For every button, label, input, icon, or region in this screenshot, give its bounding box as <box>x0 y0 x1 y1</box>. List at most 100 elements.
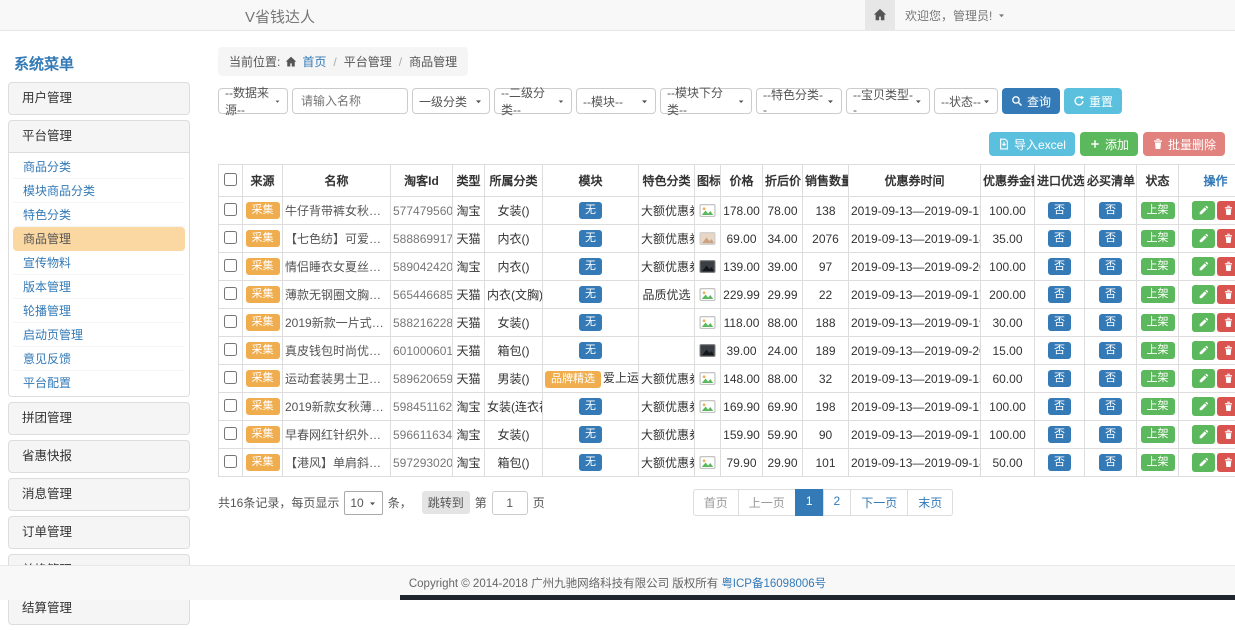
module-badge[interactable]: 无 <box>579 342 602 359</box>
level2-category-select[interactable]: --二级分类-- <box>494 88 572 114</box>
row-checkbox[interactable] <box>224 371 237 384</box>
must-buy-toggle[interactable]: 否 <box>1099 342 1122 359</box>
sidebar-group-拼团管理[interactable]: 拼团管理 <box>9 403 189 434</box>
module-badge[interactable]: 无 <box>579 398 602 415</box>
page-size-select[interactable]: 10 <box>344 491 382 515</box>
row-checkbox[interactable] <box>224 315 237 328</box>
delete-button[interactable] <box>1217 313 1235 332</box>
module-badge[interactable]: 无 <box>579 258 602 275</box>
delete-button[interactable] <box>1217 397 1235 416</box>
sidebar-item-启动页管理[interactable]: 启动页管理 <box>13 323 185 347</box>
pager-下一页[interactable]: 下一页 <box>850 489 908 516</box>
pager-1[interactable]: 1 <box>795 489 824 516</box>
sidebar-item-模块商品分类[interactable]: 模块商品分类 <box>13 179 185 203</box>
import-select-toggle[interactable]: 否 <box>1048 202 1071 219</box>
delete-button[interactable] <box>1217 341 1235 360</box>
status-select[interactable]: --状态-- <box>934 88 998 114</box>
module-badge[interactable]: 无 <box>579 202 602 219</box>
must-buy-toggle[interactable]: 否 <box>1099 230 1122 247</box>
name-search-input[interactable] <box>292 88 408 114</box>
edit-button[interactable] <box>1192 313 1215 332</box>
sidebar-item-轮播管理[interactable]: 轮播管理 <box>13 299 185 323</box>
status-toggle[interactable]: 上架 <box>1141 202 1175 219</box>
must-buy-toggle[interactable]: 否 <box>1099 370 1122 387</box>
delete-button[interactable] <box>1217 453 1235 472</box>
import-select-toggle[interactable]: 否 <box>1048 426 1071 443</box>
row-checkbox[interactable] <box>224 231 237 244</box>
edit-button[interactable] <box>1192 425 1215 444</box>
status-toggle[interactable]: 上架 <box>1141 342 1175 359</box>
status-toggle[interactable]: 上架 <box>1141 230 1175 247</box>
search-button[interactable]: 查询 <box>1002 88 1060 114</box>
must-buy-toggle[interactable]: 否 <box>1099 398 1122 415</box>
delete-button[interactable] <box>1217 229 1235 248</box>
delete-button[interactable] <box>1217 285 1235 304</box>
sidebar-group-省惠快报[interactable]: 省惠快报 <box>9 441 189 472</box>
edit-button[interactable] <box>1192 341 1215 360</box>
module-badge[interactable]: 品牌精选 <box>545 371 601 388</box>
level1-category-select[interactable]: 一级分类 <box>412 88 490 114</box>
edit-button[interactable] <box>1192 369 1215 388</box>
select-all-checkbox[interactable] <box>224 173 237 186</box>
import-select-toggle[interactable]: 否 <box>1048 454 1071 471</box>
status-toggle[interactable]: 上架 <box>1141 398 1175 415</box>
import-select-toggle[interactable]: 否 <box>1048 342 1071 359</box>
edit-button[interactable] <box>1192 453 1215 472</box>
pager-上一页[interactable]: 上一页 <box>738 489 796 516</box>
edit-button[interactable] <box>1192 397 1215 416</box>
import-select-toggle[interactable]: 否 <box>1048 314 1071 331</box>
delete-button[interactable] <box>1217 425 1235 444</box>
module-badge[interactable]: 无 <box>579 286 602 303</box>
import-select-toggle[interactable]: 否 <box>1048 258 1071 275</box>
pager-2[interactable]: 2 <box>823 489 852 516</box>
sidebar-item-商品分类[interactable]: 商品分类 <box>13 155 185 179</box>
edit-button[interactable] <box>1192 257 1215 276</box>
sidebar-group-订单管理[interactable]: 订单管理 <box>9 517 189 548</box>
module-sub-category-select[interactable]: --模块下分类-- <box>660 88 752 114</box>
status-toggle[interactable]: 上架 <box>1141 370 1175 387</box>
status-toggle[interactable]: 上架 <box>1141 314 1175 331</box>
must-buy-toggle[interactable]: 否 <box>1099 426 1122 443</box>
must-buy-toggle[interactable]: 否 <box>1099 314 1122 331</box>
row-checkbox[interactable] <box>224 455 237 468</box>
edit-button[interactable] <box>1192 229 1215 248</box>
module-badge[interactable]: 无 <box>579 454 602 471</box>
module-badge[interactable]: 无 <box>579 230 602 247</box>
row-checkbox[interactable] <box>224 343 237 356</box>
row-checkbox[interactable] <box>224 287 237 300</box>
row-checkbox[interactable] <box>224 427 237 440</box>
import-select-toggle[interactable]: 否 <box>1048 398 1071 415</box>
pager-末页[interactable]: 末页 <box>907 489 953 516</box>
import-select-toggle[interactable]: 否 <box>1048 286 1071 303</box>
sidebar-group-消息管理[interactable]: 消息管理 <box>9 479 189 510</box>
data-source-select[interactable]: --数据来源-- <box>218 88 288 114</box>
sidebar-item-商品管理[interactable]: 商品管理 <box>13 227 185 251</box>
item-type-select[interactable]: --宝贝类型-- <box>846 88 930 114</box>
must-buy-toggle[interactable]: 否 <box>1099 202 1122 219</box>
sidebar-item-平台配置[interactable]: 平台配置 <box>13 371 185 394</box>
import-select-toggle[interactable]: 否 <box>1048 370 1071 387</box>
status-toggle[interactable]: 上架 <box>1141 258 1175 275</box>
must-buy-toggle[interactable]: 否 <box>1099 286 1122 303</box>
row-checkbox[interactable] <box>224 259 237 272</box>
delete-button[interactable] <box>1217 201 1235 220</box>
delete-button[interactable] <box>1217 369 1235 388</box>
import-excel-button[interactable]: 导入excel <box>989 132 1075 156</box>
home-nav-button[interactable] <box>865 0 895 30</box>
reset-button[interactable]: 重置 <box>1064 88 1122 114</box>
status-toggle[interactable]: 上架 <box>1141 426 1175 443</box>
delete-button[interactable] <box>1217 257 1235 276</box>
module-badge[interactable]: 无 <box>579 426 602 443</box>
edit-button[interactable] <box>1192 201 1215 220</box>
icp-link[interactable]: 粤ICP备16098006号 <box>721 575 826 591</box>
module-badge[interactable]: 无 <box>579 314 602 331</box>
must-buy-toggle[interactable]: 否 <box>1099 454 1122 471</box>
edit-button[interactable] <box>1192 285 1215 304</box>
add-button[interactable]: 添加 <box>1080 132 1138 156</box>
module-select[interactable]: --模块-- <box>576 88 656 114</box>
feature-category-select[interactable]: --特色分类-- <box>756 88 842 114</box>
status-toggle[interactable]: 上架 <box>1141 454 1175 471</box>
sidebar-item-意见反馈[interactable]: 意见反馈 <box>13 347 185 371</box>
row-checkbox[interactable] <box>224 399 237 412</box>
jump-page-input[interactable] <box>492 491 528 515</box>
